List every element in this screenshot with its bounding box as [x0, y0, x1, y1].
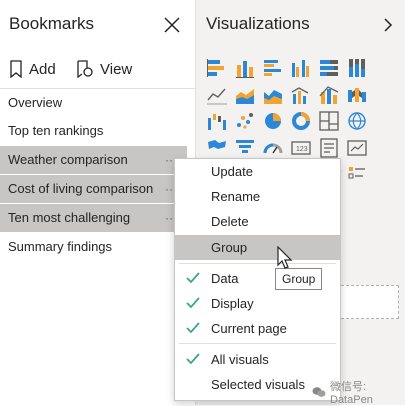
- line-chart-icon[interactable]: [206, 84, 228, 106]
- menu-item-rename[interactable]: Rename: [175, 184, 340, 209]
- wechat-icon: [312, 386, 326, 398]
- waterfall-chart-icon[interactable]: [206, 110, 228, 132]
- bookmark-item-top-ten-rankings[interactable]: Top ten rankings: [0, 117, 195, 145]
- multi-row-card-icon[interactable]: [318, 137, 340, 159]
- bookmark-view-icon: [76, 60, 94, 78]
- chevron-right-icon[interactable]: [382, 17, 394, 33]
- clustered-bar-chart-icon[interactable]: [262, 57, 284, 79]
- funnel-icon[interactable]: [234, 137, 256, 159]
- watermark: 微信号: DataPen: [312, 378, 405, 406]
- bookmarks-pane: Bookmarks Add View Overview Top ten rank…: [0, 0, 196, 405]
- menu-item-label: Group: [211, 240, 248, 255]
- menu-item-display[interactable]: Display: [175, 291, 340, 316]
- bookmark-item-label: Summary findings: [8, 239, 113, 254]
- donut-chart-icon[interactable]: [290, 110, 312, 132]
- menu-item-label: Current page: [211, 321, 287, 336]
- bookmark-item-label: Cost of living comparison: [8, 181, 154, 196]
- menu-item-delete[interactable]: Delete: [175, 209, 340, 234]
- bookmark-add-icon: [9, 60, 23, 78]
- visualizations-title: Visualizations: [206, 14, 310, 33]
- bookmark-item-overview[interactable]: Overview: [0, 89, 195, 117]
- kpi-icon[interactable]: [346, 137, 368, 159]
- tooltip: Group: [275, 268, 323, 290]
- filled-map-icon[interactable]: [206, 137, 228, 159]
- bookmark-item-label: Top ten rankings: [8, 123, 104, 138]
- menu-item-group[interactable]: Group: [175, 235, 340, 260]
- scatter-chart-icon[interactable]: [234, 110, 256, 132]
- add-bookmark-button[interactable]: Add: [9, 58, 56, 80]
- 100-stacked-bar-chart-icon[interactable]: [318, 57, 340, 79]
- line-stacked-column-chart-icon[interactable]: [318, 84, 340, 106]
- menu-item-label: Rename: [211, 189, 261, 204]
- checkmark-icon: [186, 353, 200, 365]
- menu-item-label: All visuals: [211, 352, 269, 367]
- menu-item-label: Update: [211, 164, 253, 179]
- bookmarks-title: Bookmarks: [9, 14, 95, 33]
- checkmark-icon: [186, 272, 200, 284]
- menu-divider: [179, 263, 336, 264]
- menu-item-update[interactable]: Update: [175, 159, 340, 184]
- field-drop-well[interactable]: [331, 285, 399, 319]
- menu-item-label: Delete: [211, 214, 249, 229]
- 100-stacked-column-chart-icon[interactable]: [346, 57, 368, 79]
- watermark-text: 微信号: DataPen: [330, 381, 373, 406]
- menu-item-label: Display: [211, 296, 254, 311]
- bookmark-item-summary-findings[interactable]: Summary findings: [0, 233, 195, 261]
- line-clustered-column-chart-icon[interactable]: [290, 84, 312, 106]
- area-chart-icon[interactable]: [234, 84, 256, 106]
- map-icon[interactable]: [346, 110, 368, 132]
- menu-item-label: Selected visuals: [211, 377, 305, 392]
- bookmark-item-label: Weather comparison: [8, 152, 128, 167]
- view-bookmark-button[interactable]: View: [76, 58, 132, 80]
- gauge-icon[interactable]: [262, 137, 284, 159]
- bookmark-item-ten-most-challenging[interactable]: Ten most challenging ···: [0, 204, 187, 232]
- checkmark-icon: [186, 297, 200, 309]
- stacked-area-chart-icon[interactable]: [262, 84, 284, 106]
- menu-item-label: Data: [211, 271, 239, 286]
- svg-text:123: 123: [296, 146, 308, 153]
- clustered-column-chart-icon[interactable]: [290, 57, 312, 79]
- ribbon-chart-icon[interactable]: [346, 84, 368, 106]
- stacked-bar-chart-icon[interactable]: [206, 57, 228, 79]
- bookmark-item-weather-comparison[interactable]: Weather comparison ···: [0, 146, 187, 174]
- bookmark-item-label: Ten most challenging: [8, 210, 131, 225]
- pie-chart-icon[interactable]: [262, 110, 284, 132]
- bookmark-item-cost-of-living[interactable]: Cost of living comparison ···: [0, 175, 187, 203]
- menu-divider: [179, 343, 336, 344]
- menu-item-all-visuals[interactable]: All visuals: [175, 347, 340, 372]
- close-icon[interactable]: [163, 16, 181, 34]
- treemap-icon[interactable]: [318, 110, 340, 132]
- bookmark-item-label: Overview: [8, 95, 63, 110]
- stacked-column-chart-icon[interactable]: [234, 57, 256, 79]
- view-label: View: [100, 60, 133, 78]
- card-icon[interactable]: 123: [290, 137, 312, 159]
- checkmark-icon: [186, 322, 200, 334]
- add-label: Add: [29, 60, 56, 78]
- menu-item-current-page[interactable]: Current page: [175, 316, 340, 341]
- mouse-pointer-icon: [277, 246, 295, 270]
- slicer-icon[interactable]: [346, 163, 368, 185]
